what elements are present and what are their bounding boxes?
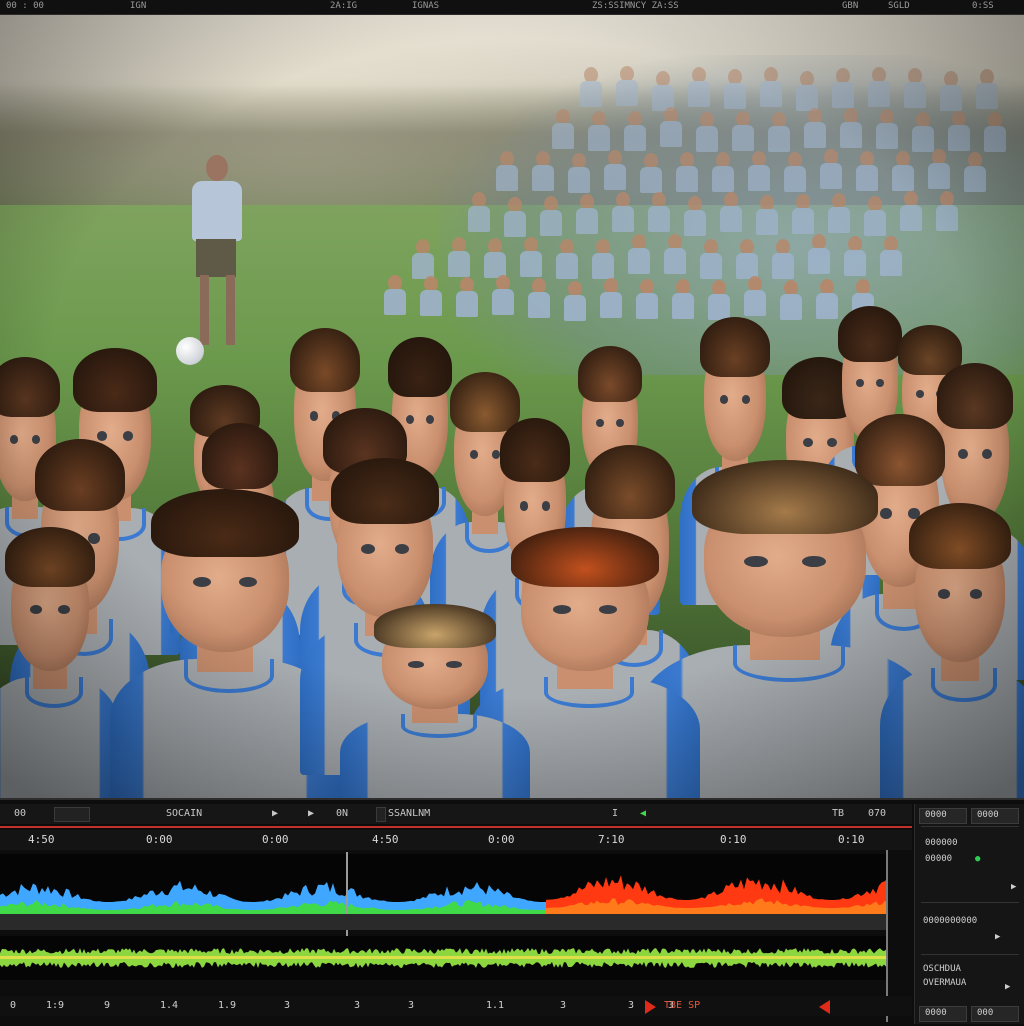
transport-tc-b[interactable]: 0N [336,808,348,819]
bottom-ruler-tick-label: 3 [408,1000,415,1011]
timeline-ruler[interactable]: 4:50 0:00 0:00 4:50 0:00 7:10 0:10 0:10 [0,830,912,850]
mark-in-button[interactable]: I [612,808,618,819]
bottom-ruler-tick-label: 3 [354,1000,361,1011]
topbar-label-7: 0:SS [972,1,994,11]
inspector-row-5[interactable]: OVERMAUA [923,978,966,988]
vignette-overlay [0,15,1024,798]
dropdown-arrow-icon[interactable]: ▶ [1005,982,1010,992]
bottom-ruler-tick-label: 1:9 [46,1000,65,1011]
ruler-tick-label: 7:10 [598,833,625,846]
editor-panel: 00 SOCAIN ▶ ▶ 0N SSANLNM I ◀ TB 070 4:50… [0,798,1024,1026]
bottom-ruler-tick-label: 3 [284,1000,291,1011]
topbar-label-2: 2A:IG [330,1,358,11]
video-waveform-track[interactable] [0,854,888,914]
step-forward-button[interactable]: ▶ [308,808,314,819]
audio-center-line [0,956,888,959]
audio-waveform [0,948,888,968]
disclosure-arrow-icon[interactable]: ▶ [995,932,1000,942]
inspector-button-a-label: 0000 [925,810,947,820]
bottom-ruler-tick-label: 1.1 [486,1000,505,1011]
expand-arrow-icon[interactable]: ▶ [1011,882,1016,892]
ruler-tick-label: 0:10 [838,833,865,846]
video-viewer[interactable] [0,15,1024,798]
topbar-label-6: SGLD [888,1,910,11]
inspector-button-c-label: 0000 [925,1008,947,1018]
timeline-playhead-bar[interactable] [0,826,912,828]
track-separator-bar [0,914,888,930]
ruler-tick-label: 4:50 [372,833,399,846]
ruler-tick-label: 4:50 [28,833,55,846]
bottom-ruler-tick-label: 1.9 [218,1000,237,1011]
ruler-tick-label: 0:10 [720,833,747,846]
transport-bar: 00 SOCAIN ▶ ▶ 0N SSANLNM I ◀ TB 070 [0,804,912,824]
inspector-button-b-label: 0000 [977,810,999,820]
transport-tc-right-a[interactable]: TB [832,808,844,819]
inspector-button-d-label: 000 [977,1008,994,1018]
bottom-ruler-marker-label: TBE SP [664,1000,701,1011]
topbar-label-3: IGNAS [412,1,440,11]
inspector-row-2[interactable]: 00000 [925,854,952,864]
bottom-ruler-tick-label: 1.4 [160,1000,179,1011]
waveform-graph [0,875,888,914]
step-back-button[interactable]: ◀ [640,808,646,819]
clip-icon [376,807,386,822]
bottom-ruler[interactable]: 0 1:9 9 1.4 1.9 3 3 3 1.1 3 3 3 TBE SP [0,996,912,1016]
bottom-ruler-tick-label: 3 [560,1000,567,1011]
bottom-ruler-tick-label: 0 [10,1000,17,1011]
topbar-label-1: IGN [130,1,147,11]
topbar-label-4: ZS:SSIMNCY ZA:SS [592,1,679,11]
out-marker-icon[interactable] [819,1000,830,1014]
inspector-row-4[interactable]: OSCHDUA [923,964,961,974]
inspector-row-1[interactable]: 000000 [925,838,958,848]
in-marker-icon[interactable] [645,1000,656,1014]
top-info-bar: 00 : 00 IGN 2A:IG IGNAS ZS:SSIMNCY ZA:SS… [0,0,1024,15]
timecode-field[interactable] [54,807,90,822]
topbar-label-5: GBN [842,1,859,11]
transport-timecode[interactable]: 00 [14,808,26,819]
status-dot-icon: ● [975,854,981,864]
ruler-tick-label: 0:00 [262,833,289,846]
play-button[interactable]: ▶ [272,808,278,819]
ruler-tick-label: 0:00 [488,833,515,846]
topbar-timecode: 00 : 00 [6,1,44,11]
mode-label[interactable]: SOCAIN [166,808,202,819]
audio-track[interactable] [0,936,888,980]
ruler-tick-label: 0:00 [146,833,173,846]
bottom-ruler-tick-label: 9 [104,1000,111,1011]
inspector-panel: 0000 0000 000000 00000 ● ▶ 0000000000 ▶ … [914,804,1024,1024]
bottom-ruler-tick-label: 3 [628,1000,635,1011]
clip-file-name[interactable]: SSANLNM [388,808,430,819]
inspector-row-3[interactable]: 0000000000 [923,916,977,926]
transport-tc-right-b[interactable]: 070 [868,808,886,819]
